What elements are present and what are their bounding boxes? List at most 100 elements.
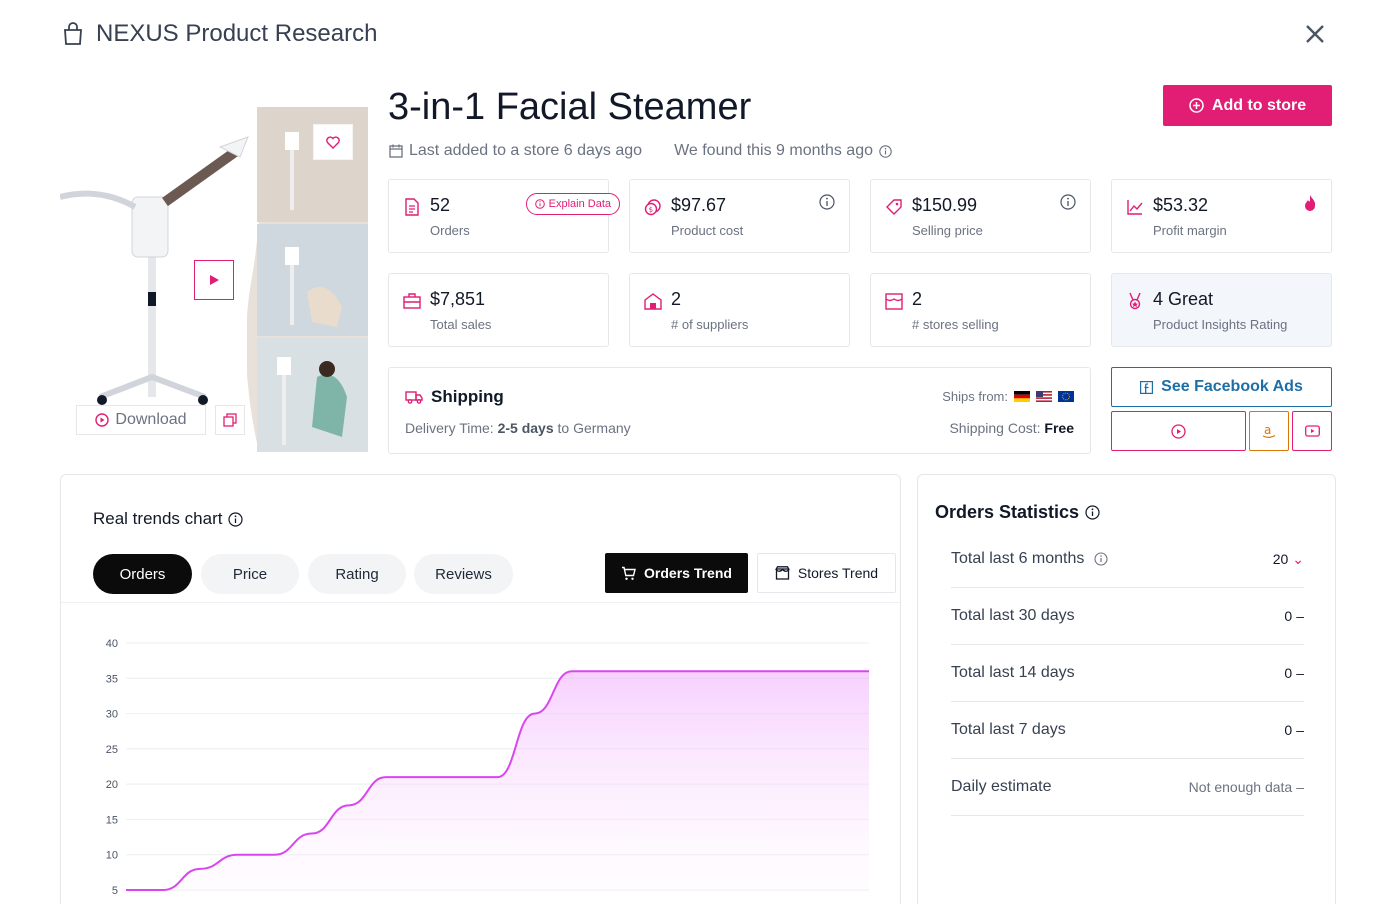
info-icon[interactable] [879, 144, 892, 158]
stat-row-label: Total last 6 months [951, 550, 1085, 567]
facebook-icon [1140, 380, 1154, 394]
play-video-button[interactable] [194, 260, 234, 300]
stat-stores-selling: 2 # stores selling [870, 273, 1091, 347]
delivery-value: 2-5 days [497, 420, 554, 436]
product-gallery: Download [60, 107, 370, 452]
stat-value: 2 [671, 289, 682, 309]
close-button[interactable] [1301, 20, 1329, 48]
add-to-store-button[interactable]: Add to store [1163, 85, 1332, 126]
chart-y-tick-label: 20 [106, 779, 118, 791]
info-icon[interactable] [1060, 194, 1076, 210]
stat-label: Orders [430, 223, 470, 238]
explain-data-button[interactable]: Explain Data [525, 193, 620, 215]
tab-rating[interactable]: Rating [308, 554, 406, 594]
chart-y-tick-label: 30 [106, 709, 118, 721]
stat-label: Profit margin [1153, 223, 1227, 238]
info-icon[interactable] [819, 194, 835, 210]
flag-germany-icon [1014, 391, 1030, 402]
stat-orders: 52 Orders Explain Data [388, 179, 620, 253]
amazon-button[interactable]: a [1249, 411, 1289, 451]
download-button[interactable]: Download [76, 405, 206, 435]
chart-y-tick-label: 5 [112, 885, 118, 897]
svg-text:$: $ [649, 206, 653, 214]
stat-label: Total sales [430, 317, 492, 332]
stat-total-sales: $7,851 Total sales [388, 273, 609, 347]
stat-row-value: Not enough data [1188, 779, 1293, 795]
tab-orders[interactable]: Orders [93, 554, 192, 594]
stat-value: 2 [912, 289, 923, 309]
tag-icon [886, 199, 902, 215]
stat-row-label: Total last 30 days [951, 607, 1075, 624]
play-circle-icon [95, 413, 110, 427]
shipping-cost: Shipping Cost: Free [949, 420, 1074, 436]
tab-price[interactable]: Price [201, 554, 299, 594]
stat-row-value: 20 [1272, 551, 1289, 567]
found-text: We found this 9 months ago [674, 142, 873, 159]
truck-icon [405, 391, 423, 404]
stat-value: $150.99 [912, 195, 978, 215]
divider [61, 602, 900, 603]
stat-row-value: 0 [1284, 608, 1293, 624]
orders-trend-label: Orders Trend [644, 565, 732, 581]
flame-icon [1305, 195, 1316, 211]
youtube-button[interactable] [1292, 411, 1332, 451]
stat-row-30-days: Total last 30 days 0 – [951, 588, 1304, 645]
stat-row-6-months: Total last 6 months 20 ⌄ [951, 531, 1304, 588]
product-meta: Last added to a store 6 days ago We foun… [389, 142, 892, 160]
ships-from-label: Ships from: [942, 389, 1008, 404]
plus-circle-icon [1189, 98, 1204, 113]
store-icon [775, 566, 790, 580]
stat-label: Product Insights Rating [1153, 317, 1288, 332]
copy-button[interactable] [215, 405, 245, 435]
delivery-label: Delivery Time: [405, 420, 494, 436]
trends-card: Real trends chart Orders Price Rating Re… [60, 474, 901, 904]
tab-reviews[interactable]: Reviews [414, 554, 513, 594]
orders-statistics-title-wrap: Orders Statistics [935, 502, 1100, 523]
info-icon[interactable] [1085, 505, 1100, 520]
orders-trend-chart: 40 35 30 25 20 15 10 5 [106, 638, 870, 897]
stat-value: $7,851 [430, 289, 486, 309]
flag-eu-icon [1058, 391, 1074, 402]
stat-row-value-wrap[interactable]: 20 ⌄ [1273, 551, 1304, 568]
close-icon [1306, 25, 1324, 43]
chart-area-fill [126, 671, 869, 890]
stat-row-label-wrap: Total last 6 months [951, 550, 1108, 568]
delivery-time: Delivery Time: 2-5 days to Germany [405, 420, 631, 436]
ships-from: Ships from: [942, 389, 1074, 404]
stat-row-value: 0 [1284, 665, 1293, 681]
stat-value: 4 Great [1153, 289, 1214, 309]
see-facebook-ads-button[interactable]: See Facebook Ads [1111, 367, 1332, 407]
svg-text:a: a [1264, 423, 1271, 437]
coins-icon: $ [644, 199, 661, 216]
chart-y-tick-label: 40 [106, 638, 118, 650]
add-to-store-label: Add to store [1211, 96, 1307, 114]
info-icon[interactable] [1094, 552, 1108, 566]
stat-row-14-days: Total last 14 days 0 – [951, 645, 1304, 702]
stores-trend-button[interactable]: Stores Trend [757, 553, 896, 593]
heart-icon [326, 135, 340, 149]
stat-row-label: Daily estimate [951, 778, 1052, 795]
product-main-image[interactable] [60, 107, 255, 407]
stat-label: Selling price [912, 223, 983, 238]
stat-row-daily-estimate: Daily estimate Not enough data – [951, 759, 1304, 816]
info-icon[interactable] [228, 511, 244, 527]
warehouse-icon [644, 293, 662, 310]
favorite-button[interactable] [313, 124, 353, 160]
chart-y-tick-label: 10 [106, 850, 118, 862]
copy-icon [223, 413, 237, 427]
video-ads-button[interactable] [1111, 411, 1246, 451]
stat-value: $53.32 [1153, 195, 1209, 215]
shipping-cost-label: Shipping Cost: [949, 420, 1041, 436]
delivery-destination: to Germany [557, 420, 631, 436]
shipping-card: Shipping Delivery Time: 2-5 days to Germ… [388, 367, 1091, 454]
last-added-text: Last added to a store 6 days ago [409, 142, 643, 159]
stat-row-value-wrap: 0 – [1284, 665, 1304, 681]
stat-selling-price: $150.99 Selling price [870, 179, 1091, 253]
orders-trend-button[interactable]: Orders Trend [605, 553, 748, 593]
stat-value: $97.67 [671, 195, 727, 215]
calendar-icon [389, 144, 403, 158]
stat-label: # of suppliers [671, 317, 749, 332]
stat-product-cost: $ $97.67 Product cost [629, 179, 850, 253]
stat-suppliers: 2 # of suppliers [629, 273, 850, 347]
orders-statistics-title: Orders Statistics [935, 502, 1080, 522]
